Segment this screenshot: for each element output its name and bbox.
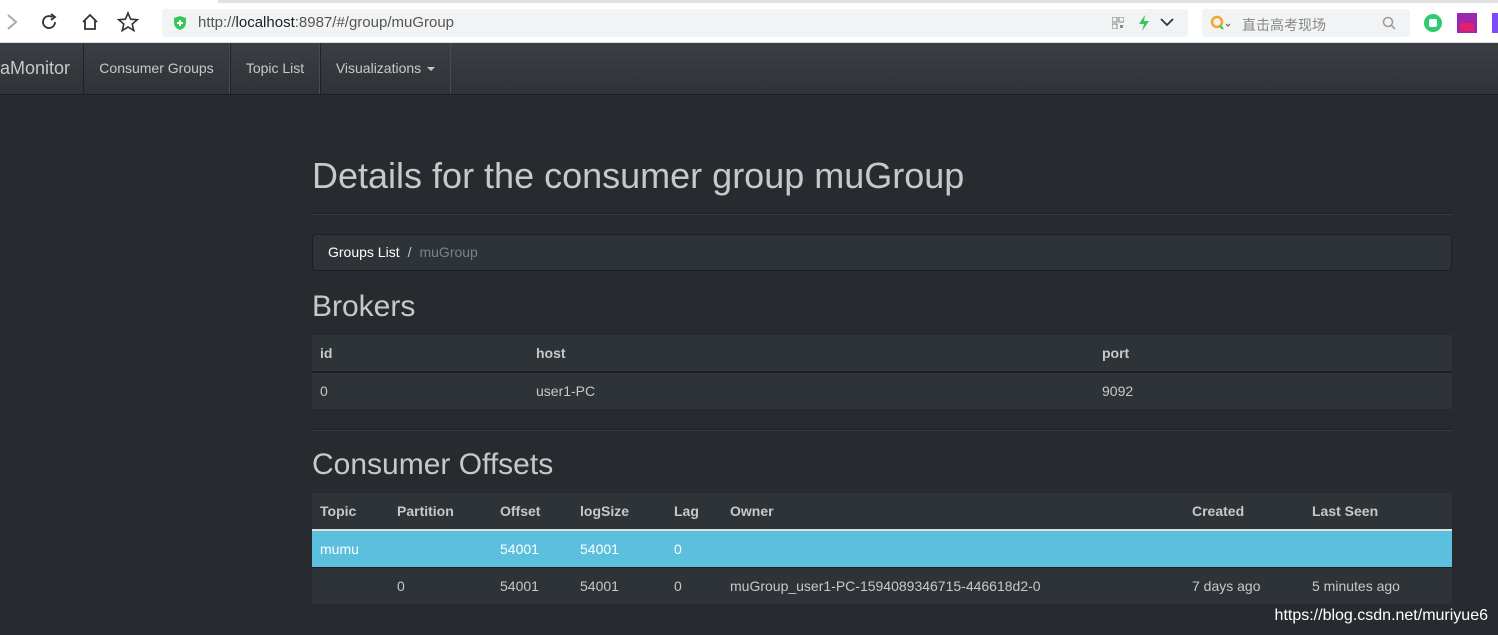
home-icon[interactable] xyxy=(78,10,102,34)
table-cell: 0 xyxy=(666,567,722,604)
address-bar[interactable]: http://localhost:8987/#/group/muGroup xyxy=(162,9,1188,37)
search-icon[interactable] xyxy=(1382,16,1396,30)
app-navbar: aMonitor Consumer Groups Topic List Visu… xyxy=(0,43,1498,95)
column-header: port xyxy=(1094,335,1452,373)
column-header: Partition xyxy=(389,493,492,531)
brand-logo[interactable]: aMonitor xyxy=(0,43,70,94)
table-row: 0 54001 54001 0 muGroup_user1-PC-1594089… xyxy=(312,567,1452,604)
breadcrumb-separator: / xyxy=(407,244,412,260)
table-cell: user1-PC xyxy=(528,371,1094,409)
table-cell: 0 xyxy=(389,567,492,604)
column-header: Lag xyxy=(666,493,722,531)
table-cell: 54001 xyxy=(572,530,666,568)
table-cell xyxy=(722,530,1184,568)
extension-chat-icon[interactable] xyxy=(1423,13,1443,33)
browser-toolbar: http://localhost:8987/#/group/muGroup 直击… xyxy=(0,0,1498,43)
nav-visualizations-dropdown[interactable]: Visualizations xyxy=(320,43,451,94)
table-cell: 5 minutes ago xyxy=(1304,567,1452,604)
column-header: Owner xyxy=(722,493,1184,531)
column-header: logSize xyxy=(572,493,666,531)
search-engine-logo-icon xyxy=(1210,15,1231,30)
consumer-offsets-heading: Consumer Offsets xyxy=(312,448,554,481)
table-header-row: Topic Partition Offset logSize Lag Owner… xyxy=(312,493,1452,531)
table-cell xyxy=(1184,530,1304,568)
table-cell: 0 xyxy=(312,371,528,409)
browser-search-box[interactable]: 直击高考现场 xyxy=(1202,9,1410,37)
table-cell: muGroup_user1-PC-1594089346715-446618d2-… xyxy=(722,567,1184,604)
qr-code-icon[interactable] xyxy=(1112,17,1124,29)
breadcrumb: Groups List / muGroup xyxy=(312,234,1452,271)
table-cell: 7 days ago xyxy=(1184,567,1304,604)
search-placeholder: 直击高考现场 xyxy=(1242,17,1326,33)
column-header: Created xyxy=(1184,493,1304,531)
nav-visualizations-label: Visualizations xyxy=(335,60,422,76)
tab-strip-edge xyxy=(218,0,1498,3)
table-row: 0 user1-PC 9092 xyxy=(312,371,1452,409)
column-header: host xyxy=(528,335,1094,373)
table-cell: 54001 xyxy=(492,567,572,604)
column-header: Topic xyxy=(312,493,389,531)
breadcrumb-current: muGroup xyxy=(419,244,478,260)
table-cell: 0 xyxy=(666,530,722,568)
nav-consumer-groups[interactable]: Consumer Groups xyxy=(83,43,230,94)
extension-rp-icon[interactable] xyxy=(1457,13,1477,33)
table-cell: 54001 xyxy=(572,567,666,604)
forward-icon[interactable] xyxy=(0,10,24,34)
table-cell: 9092 xyxy=(1094,371,1452,409)
table-cell: mumu xyxy=(312,530,389,568)
watermark-text: https://blog.csdn.net/muriyue6 xyxy=(1274,607,1488,624)
table-cell xyxy=(389,530,492,568)
bookmark-star-icon[interactable] xyxy=(116,10,140,34)
column-header: id xyxy=(312,335,528,373)
url-text: http://localhost:8987/#/group/muGroup xyxy=(198,14,455,31)
divider xyxy=(312,213,1452,215)
reload-icon[interactable] xyxy=(37,10,61,34)
lightning-icon[interactable] xyxy=(1138,15,1150,31)
page-title: Details for the consumer group muGroup xyxy=(312,155,965,196)
table-cell xyxy=(1304,530,1452,568)
caret-down-icon xyxy=(427,67,436,72)
divider xyxy=(312,429,1452,431)
breadcrumb-groups-list-link[interactable]: Groups List xyxy=(328,244,400,260)
table-cell: 54001 xyxy=(492,530,572,568)
brokers-table: id host port 0 user1-PC 9092 xyxy=(312,335,1452,409)
column-header: Last Seen xyxy=(1304,493,1452,531)
topic-summary-row[interactable]: mumu 54001 54001 0 xyxy=(312,530,1452,568)
secure-shield-icon xyxy=(174,16,186,30)
extension-icon[interactable] xyxy=(1492,13,1498,33)
table-cell xyxy=(312,567,389,604)
chevron-down-icon[interactable] xyxy=(1160,17,1174,27)
nav-topic-list[interactable]: Topic List xyxy=(230,43,320,94)
column-header: Offset xyxy=(492,493,572,531)
brokers-heading: Brokers xyxy=(312,290,416,323)
consumer-offsets-table: Topic Partition Offset logSize Lag Owner… xyxy=(312,493,1452,604)
table-header-row: id host port xyxy=(312,335,1452,373)
